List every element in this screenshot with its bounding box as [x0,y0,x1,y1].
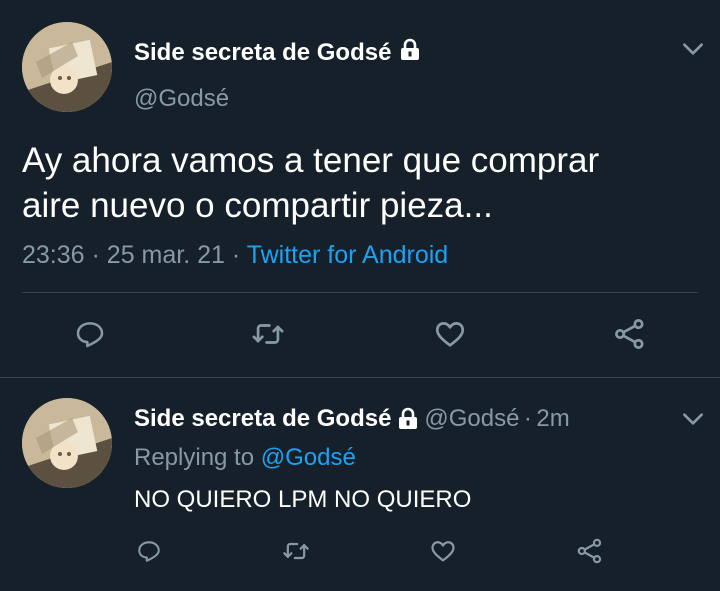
replying-to: Replying to @Godsé [134,444,356,472]
handle[interactable]: @Godsé [424,405,519,432]
display-name-label: Side secreta de Godsé [134,38,392,66]
separator: · [523,405,532,432]
handle[interactable]: @Godsé [134,85,229,113]
tweet-date: 25 mar. 21 [106,241,225,269]
tweet-text-line: Ay ahora vamos a tener que comprar [22,141,600,180]
replying-to-handle-link[interactable]: @Godsé [261,444,356,471]
display-name-label[interactable]: Side secreta de Godsé [134,405,391,432]
heart-icon[interactable] [428,536,458,566]
divider [0,377,720,378]
divider [22,292,698,293]
reply-icon[interactable] [134,536,164,566]
tweet-text: Ay ahora vamos a tener que comprar aire … [22,138,712,228]
tweet-text-line: aire nuevo o compartir pieza... [22,186,493,225]
share-icon[interactable] [610,314,650,354]
tweet-time: 23:36 [22,241,85,269]
tweet-source-link[interactable]: Twitter for Android [247,241,448,269]
reply-header: Side secreta de Godsé @Godsé · 2m [134,405,570,436]
reply-text: NO QUIERO LPM NO QUIERO [134,486,472,513]
avatar[interactable] [22,398,112,488]
retweet-icon[interactable] [281,536,311,566]
display-name[interactable]: Side secreta de Godsé [134,38,422,69]
lock-icon [398,38,422,69]
retweet-icon[interactable] [248,314,288,354]
chevron-down-icon[interactable] [680,36,706,62]
lock-icon [396,407,420,436]
tweet-age: 2m [536,405,570,432]
heart-icon[interactable] [430,314,470,354]
separator: · [231,241,241,269]
share-icon[interactable] [575,536,605,566]
avatar[interactable] [22,22,112,112]
tweet-meta: 23:36 · 25 mar. 21 · Twitter for Android [22,241,448,270]
chevron-down-icon[interactable] [680,406,706,432]
separator: · [91,241,100,269]
reply-icon[interactable] [70,314,110,354]
replying-to-label: Replying to [134,444,255,471]
